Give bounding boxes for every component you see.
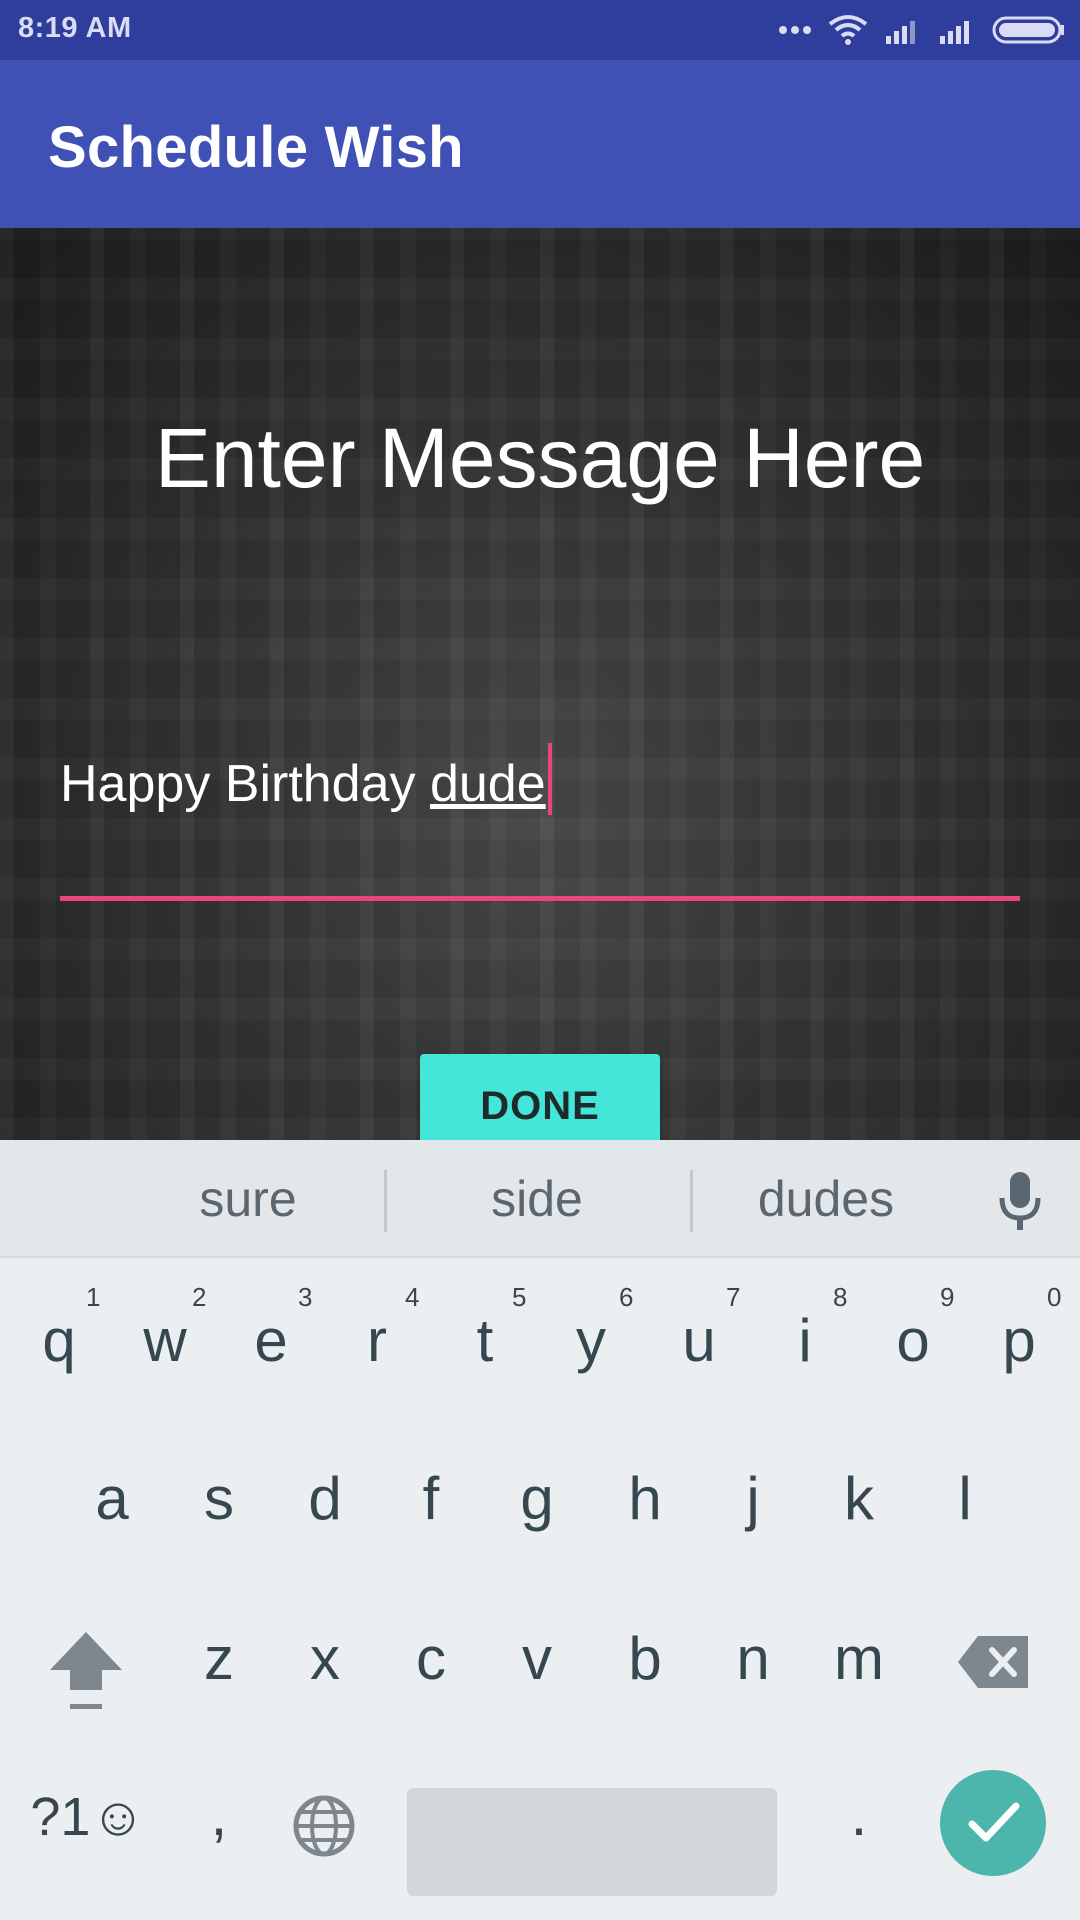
enter-button[interactable] — [940, 1770, 1046, 1876]
key-o[interactable]: o — [868, 1306, 958, 1375]
message-text: Happy Birthday — [60, 755, 430, 813]
app-title: Schedule Wish — [48, 115, 464, 180]
key-n[interactable]: n — [708, 1624, 798, 1693]
key-q[interactable]: q — [14, 1306, 104, 1375]
key-period[interactable]: . — [814, 1780, 904, 1849]
space-key[interactable] — [407, 1788, 777, 1896]
mic-icon[interactable] — [994, 1170, 1046, 1232]
key-k[interactable]: k — [814, 1464, 904, 1533]
message-input[interactable]: Happy Birthday dude — [60, 743, 552, 815]
key-b[interactable]: b — [600, 1624, 690, 1693]
suggestion-item[interactable]: sure — [148, 1170, 348, 1228]
status-time: 8:19 AM — [18, 12, 132, 44]
key-s[interactable]: s — [174, 1464, 264, 1533]
key-g[interactable]: g — [492, 1464, 582, 1533]
message-screen: Enter Message Here Happy Birthday dude D… — [0, 228, 1080, 1140]
page-heading: Enter Message Here — [154, 411, 926, 505]
signal-icon — [886, 21, 915, 44]
shift-icon[interactable] — [46, 1628, 126, 1714]
key-x[interactable]: x — [280, 1624, 370, 1693]
suggestion-divider — [384, 1170, 387, 1232]
symbols-key[interactable]: ?1☺ — [28, 1786, 148, 1848]
key-h[interactable]: h — [600, 1464, 690, 1533]
status-bar: 8:19 AM — [0, 0, 1080, 60]
key-u[interactable]: u — [654, 1306, 744, 1375]
soft-keyboard: sure side dudes 1 2 3 4 5 6 7 8 9 0 q w … — [0, 1140, 1080, 1920]
app-bar: Schedule Wish — [0, 60, 1080, 228]
key-y[interactable]: y — [546, 1306, 636, 1375]
key-l[interactable]: l — [920, 1464, 1010, 1533]
suggestion-item[interactable]: side — [437, 1170, 637, 1228]
battery-icon — [992, 16, 1064, 44]
more-dots-icon — [779, 26, 811, 34]
globe-icon[interactable] — [292, 1794, 356, 1858]
suggestion-divider — [690, 1170, 693, 1232]
key-j[interactable]: j — [708, 1464, 798, 1533]
key-e[interactable]: e — [226, 1306, 316, 1375]
key-i[interactable]: i — [760, 1306, 850, 1375]
key-w[interactable]: w — [120, 1306, 210, 1375]
suggestion-strip: sure side dudes — [0, 1140, 1080, 1258]
done-button[interactable]: DONE — [420, 1054, 660, 1140]
composing-word: dude — [429, 755, 546, 813]
key-d[interactable]: d — [280, 1464, 370, 1533]
key-v[interactable]: v — [492, 1624, 582, 1693]
input-underline — [60, 896, 1020, 901]
key-r[interactable]: r — [332, 1306, 422, 1375]
signal-icon — [940, 21, 969, 44]
key-p[interactable]: p — [974, 1306, 1064, 1375]
key-m[interactable]: m — [814, 1624, 904, 1693]
status-icons — [778, 10, 1066, 50]
key-z[interactable]: z — [174, 1624, 264, 1693]
key-c[interactable]: c — [386, 1624, 476, 1693]
text-caret — [547, 743, 552, 815]
key-comma[interactable]: , — [174, 1780, 264, 1849]
key-t[interactable]: t — [440, 1306, 530, 1375]
key-f[interactable]: f — [386, 1464, 476, 1533]
suggestion-item[interactable]: dudes — [726, 1170, 926, 1228]
wifi-icon — [828, 15, 868, 45]
done-button-label: DONE — [480, 1084, 600, 1128]
backspace-icon[interactable] — [956, 1634, 1030, 1690]
key-a[interactable]: a — [67, 1464, 157, 1533]
checkmark-icon — [968, 1802, 1020, 1842]
